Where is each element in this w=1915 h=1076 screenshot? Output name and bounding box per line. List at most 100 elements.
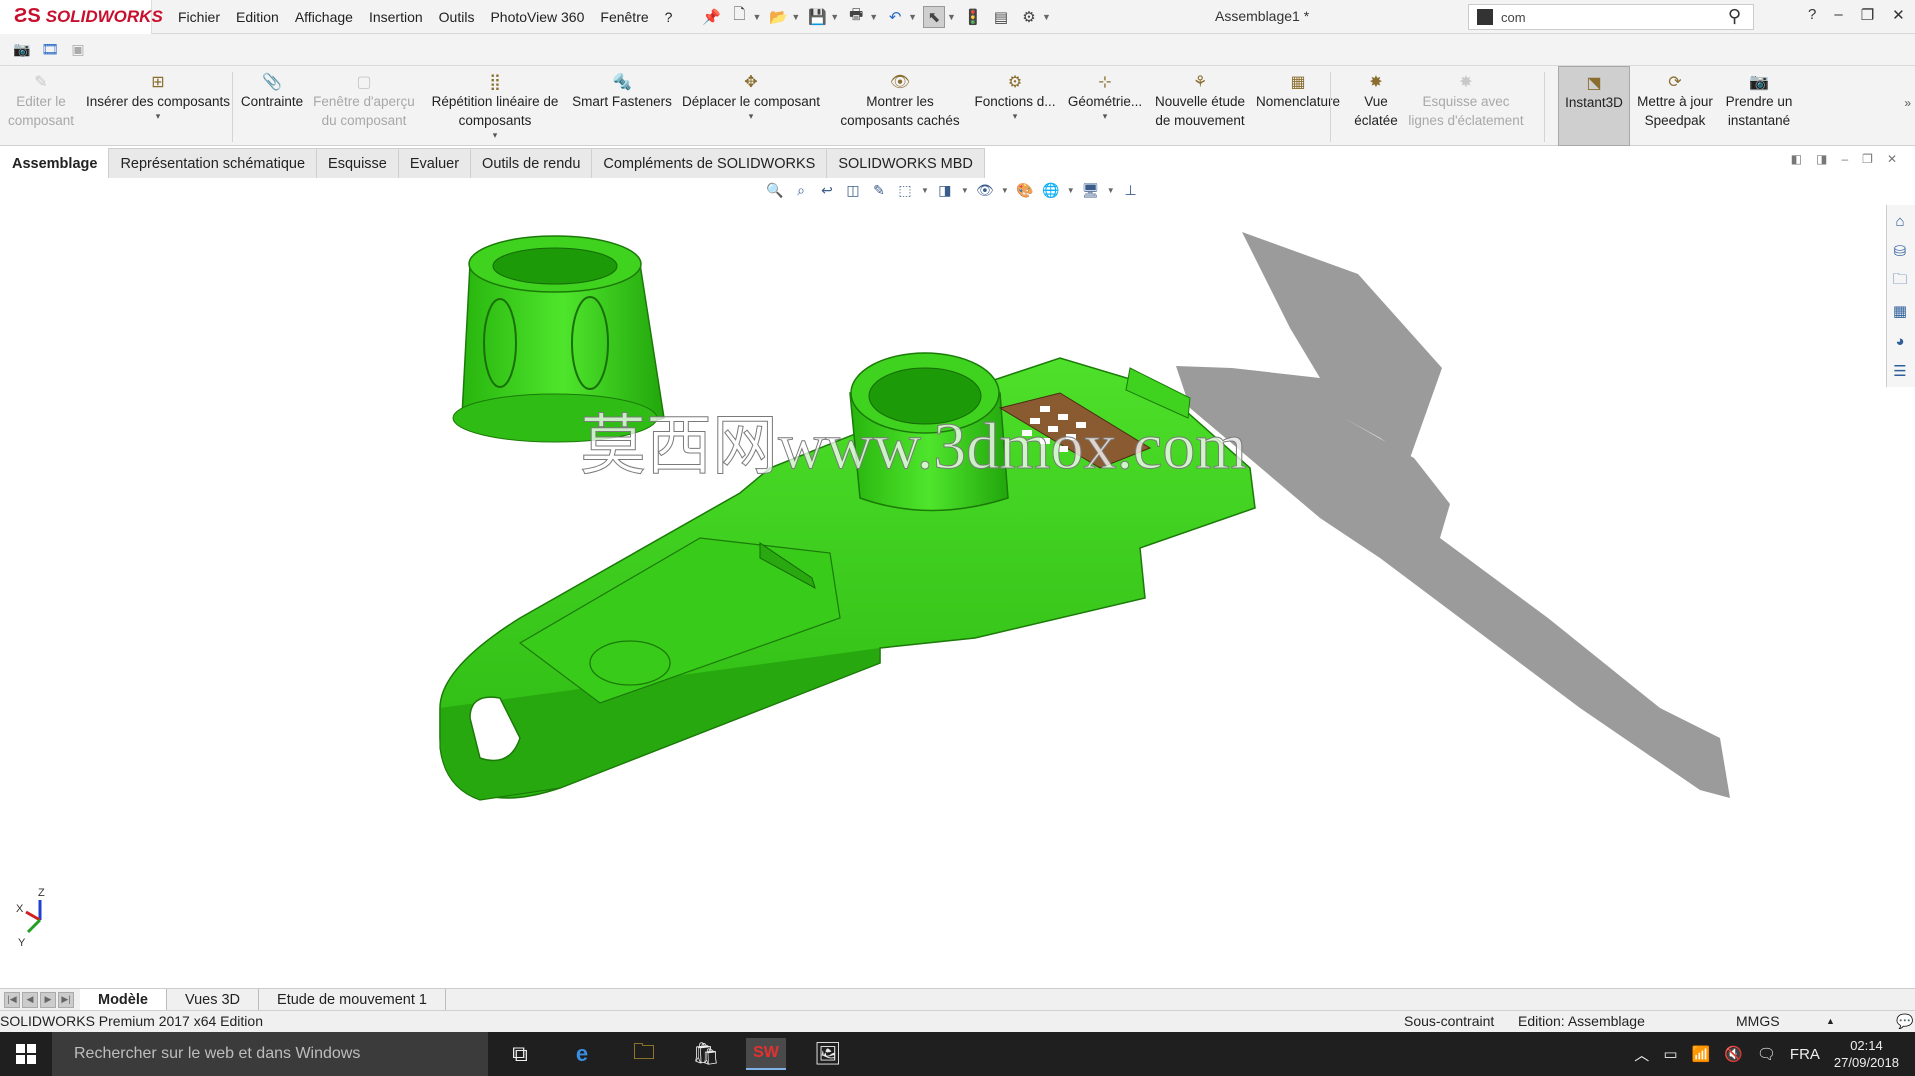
minimize-icon[interactable]: – [1834,6,1842,24]
first-tab-icon[interactable]: |◀ [4,991,20,1008]
cmd-bom-button[interactable]: ▦ Nomenclature [1250,66,1346,146]
battery-icon[interactable]: ▭ [1663,1045,1677,1063]
chevron-up-icon[interactable]: ︿ [1634,1044,1649,1065]
chevron-down-icon[interactable]: ▼ [830,12,839,22]
select-cursor-icon[interactable]: ⬉ [923,5,946,28]
menu-help[interactable]: ? [657,9,681,25]
search-box[interactable]: ⚲ [1468,4,1754,30]
dynamic-annotation-icon[interactable]: ✎ [869,180,889,200]
file-properties-icon[interactable]: ▤ [990,6,1012,28]
edit-appearance-icon[interactable]: 🎨 [1015,180,1035,200]
chevron-down-icon[interactable]: ▾ [749,111,754,121]
chevron-up-icon[interactable]: ▲ [1826,1016,1835,1026]
chevron-down-icon[interactable]: ▼ [908,12,917,22]
screen-capture-icon[interactable]: ▣ [68,40,88,60]
tile-left-icon[interactable]: ◧ [1791,152,1802,166]
store-icon[interactable]: 🛍 [686,1038,726,1070]
tile-right-icon[interactable]: ◨ [1816,152,1827,166]
tab-repr-sentation-sch-matique[interactable]: Représentation schématique [108,148,318,178]
chevron-down-icon[interactable]: ▼ [752,12,761,22]
network-icon[interactable]: 📶 [1692,1045,1711,1063]
prev-tab-icon[interactable]: ◀ [22,991,38,1008]
camera-icon[interactable]: 📷 [12,40,32,60]
open-folder-icon[interactable]: 📂 [767,6,789,28]
cmd-motion-study-button[interactable]: ⚘ Nouvelle étude de mouvement [1150,66,1250,146]
options-gear-icon[interactable]: ⚙ [1018,6,1040,28]
previous-view-icon[interactable]: ↩ [817,180,837,200]
cmd-insert-components-button[interactable]: ⊞ Insérer des composants ▾ [82,66,234,146]
cmd-show-hidden-button[interactable]: 👁 Montrer les composants cachés [830,66,970,146]
cmd-mate-paperclip-button[interactable]: 📎 Contrainte [234,66,310,146]
last-tab-icon[interactable]: ▶| [58,991,74,1008]
chevron-down-icon[interactable]: ▼ [1067,186,1075,195]
solidworks-taskbar-icon[interactable]: SW [746,1038,786,1070]
cmd-move-component-button[interactable]: ✥ Déplacer le composant ▾ [672,66,830,146]
tab-solidworks-mbd[interactable]: SOLIDWORKS MBD [826,148,985,178]
cmd-instant3d-button[interactable]: ⬔ Instant3D [1558,66,1630,146]
rebuild-traffic-light-icon[interactable]: 🚦 [962,6,984,28]
new-document-icon[interactable]: 🗋 [728,6,750,28]
apply-scene-icon[interactable]: 🌐 [1041,180,1061,200]
language-indicator[interactable]: FRA [1790,1046,1820,1063]
file-explorer-icon[interactable]: 🗀 [624,1038,664,1070]
chevron-down-icon[interactable]: ▼ [1042,12,1051,22]
view-settings-icon[interactable]: 🖥 [1081,180,1101,200]
save-icon[interactable]: 💾 [806,6,828,28]
view-palette-icon[interactable]: ▦ [1887,299,1913,323]
close-icon[interactable]: ✕ [1887,152,1897,166]
section-view-icon[interactable]: ◫ [843,180,863,200]
chevron-down-icon[interactable]: ▼ [869,12,878,22]
tab-compl-ments-de-solidworks[interactable]: Compléments de SOLIDWORKS [591,148,828,178]
chevron-down-icon[interactable]: ▾ [493,130,498,140]
chevron-down-icon[interactable]: ▼ [947,12,956,22]
chevron-down-icon[interactable]: ▼ [1001,186,1009,195]
capture-icon[interactable]: 🎞 [40,40,60,60]
cmd-exploded-view-button[interactable]: ✸ Vue éclatée [1346,66,1406,146]
photos-app-icon[interactable]: 🖼 [808,1038,848,1070]
tab-vues-3d[interactable]: Vues 3D [167,988,260,1011]
task-view-icon[interactable]: ⧉ [500,1038,540,1070]
volume-muted-icon[interactable]: 🔇 [1724,1045,1743,1063]
search-input[interactable] [1501,9,1701,25]
home-icon[interactable]: ⌂ [1887,209,1913,233]
file-explorer-icon[interactable]: 🗀 [1887,269,1913,293]
chevron-down-icon[interactable]: ▼ [791,12,800,22]
restore-icon[interactable]: ❐ [1862,152,1873,166]
help-icon[interactable]: ? [1808,6,1816,24]
chevron-down-icon[interactable]: ▼ [961,186,969,195]
chevron-down-icon[interactable]: ▾ [1013,111,1018,121]
search-icon[interactable]: ⚲ [1728,6,1741,27]
tab-motion-study[interactable]: Etude de mouvement 1 [259,988,446,1011]
windows-search-box[interactable]: Rechercher sur le web et dans Windows [52,1032,488,1076]
undo-icon[interactable]: ↶ [884,6,906,28]
chevron-down-icon[interactable]: ▼ [921,186,929,195]
tab-modele[interactable]: Modèle [80,988,167,1011]
pin-icon[interactable]: 📌 [700,6,722,28]
menu-fichier[interactable]: Fichier [170,9,228,25]
next-tab-icon[interactable]: ▶ [40,991,56,1008]
cmd-assembly-features-button[interactable]: ⚙ Fonctions d... ▾ [970,66,1060,146]
hide-show-items-icon[interactable]: 👁 [975,180,995,200]
tab-esquisse[interactable]: Esquisse [316,148,399,178]
menu-fenetre[interactable]: Fenêtre [592,9,656,25]
menu-edition[interactable]: Edition [228,9,287,25]
chevron-down-icon[interactable]: ▼ [1107,186,1115,195]
custom-properties-icon[interactable]: ☰ [1887,359,1913,383]
appearances-icon[interactable]: ◕ [1887,329,1913,353]
more-commands-icon[interactable]: » [1904,96,1911,110]
edge-browser-icon[interactable]: e [562,1038,602,1070]
tooltip-icon[interactable]: 💬 [1896,1013,1913,1030]
menu-affichage[interactable]: Affichage [287,9,361,25]
print-icon[interactable]: 🖶 [845,6,867,28]
cmd-speedpak-button[interactable]: ⟳ Mettre à jour Speedpak [1634,66,1716,146]
menu-insertion[interactable]: Insertion [361,9,431,25]
minimize-icon[interactable]: – [1841,152,1848,166]
tab-assemblage[interactable]: Assemblage [0,148,110,178]
tab-outils-de-rendu[interactable]: Outils de rendu [470,148,593,178]
restore-icon[interactable]: ❐ [1861,6,1874,24]
cmd-linear-pattern-button[interactable]: ⣿ Répétition linéaire de composants ▾ [418,66,572,146]
graphics-area[interactable]: 莫西网www.3dmox.com Z X Y [0,178,1885,988]
menu-outils[interactable]: Outils [431,9,483,25]
zoom-to-fit-icon[interactable]: 🔍 [765,180,785,200]
solidworks-logo[interactable]: ƧS SOLIDWORKS [0,0,163,34]
